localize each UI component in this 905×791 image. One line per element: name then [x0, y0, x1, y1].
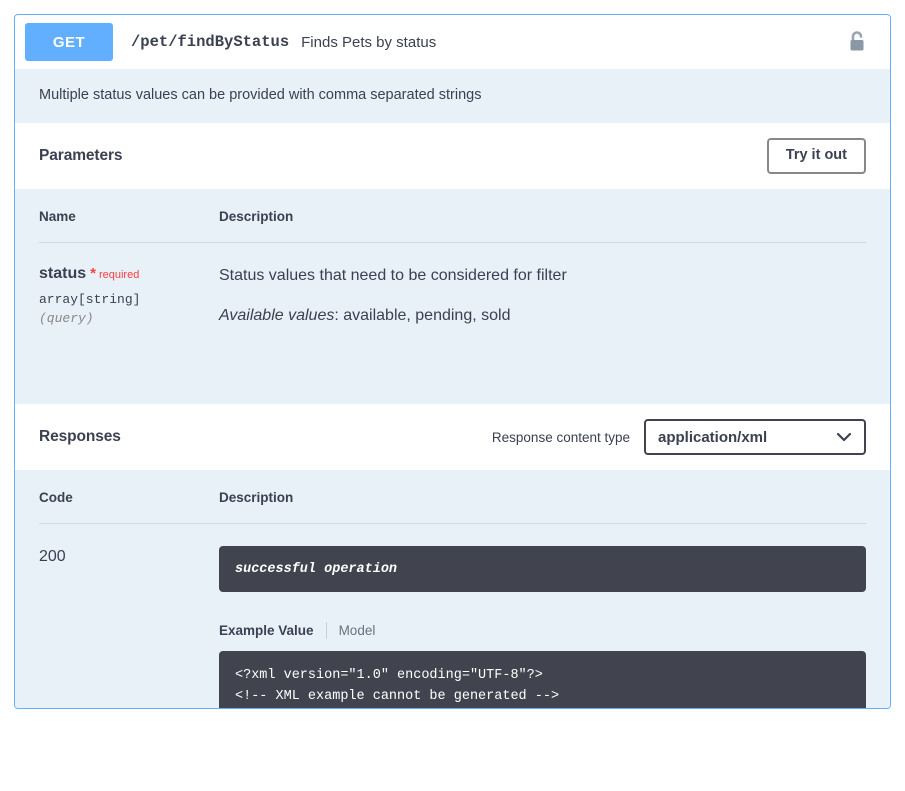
parameters-table: Name Description status * required array[s…	[39, 189, 866, 326]
unlocked-padlock-icon[interactable]	[842, 27, 872, 57]
parameters-title: Parameters	[39, 147, 123, 164]
table-row: status * required array[string] (query) St…	[39, 243, 866, 327]
parameters-table-header-row: Name Description	[39, 189, 866, 243]
responses-table-header-row: Code Description	[39, 470, 866, 524]
operation-summary-row[interactable]: GET /pet/findByStatus Finds Pets by stat…	[15, 15, 890, 69]
available-values-list: : available, pending, sold	[334, 306, 511, 324]
parameter-name-line: status * required	[39, 265, 219, 283]
example-model-tabs: Example Value Model	[219, 622, 866, 639]
parameter-type: array[string]	[39, 292, 141, 307]
parameters-bottom-spacer	[39, 326, 866, 404]
response-content-type-value: application/xml	[658, 428, 768, 446]
parameters-col-description: Description	[219, 189, 866, 243]
tab-example-value[interactable]: Example Value	[219, 623, 314, 638]
responses-table: Code Description 200 successful operatio…	[39, 470, 866, 708]
try-it-out-button[interactable]: Try it out	[766, 138, 866, 174]
responses-col-code: Code	[39, 470, 219, 524]
response-content-type-group: Response content type application/xml	[492, 419, 866, 455]
example-value-code-block: <?xml version="1.0" encoding="UTF-8"?> <…	[219, 651, 866, 708]
response-content-type-select[interactable]: application/xml	[644, 419, 866, 455]
operation-description: Multiple status values can be provided w…	[15, 69, 890, 123]
parameter-description: Status values that need to be considered…	[219, 267, 567, 284]
operation-body: Multiple status values can be provided w…	[15, 69, 890, 708]
operation-container: GET /pet/findByStatus Finds Pets by stat…	[14, 14, 891, 709]
response-description-cell: successful operation Example Value Model…	[219, 524, 866, 708]
response-description: successful operation	[219, 546, 866, 592]
parameter-location: (query)	[39, 311, 94, 326]
responses-title: Responses	[39, 428, 121, 445]
parameter-name-cell: status * required array[string] (query)	[39, 243, 219, 326]
operation-path: /pet/findByStatus	[131, 33, 290, 51]
parameters-table-region: Name Description status * required array[s…	[15, 189, 890, 404]
response-content-type-label: Response content type	[491, 429, 630, 445]
parameter-name: status	[39, 265, 87, 282]
responses-table-region: Code Description 200 successful operatio…	[15, 470, 890, 708]
operation-summary-text: Finds Pets by status	[301, 33, 437, 51]
chevron-down-icon	[836, 432, 852, 442]
tab-model[interactable]: Model	[339, 623, 376, 638]
required-label: required	[98, 269, 140, 281]
responses-col-description: Description	[219, 470, 866, 524]
available-values-label: Available values	[219, 306, 335, 324]
parameters-col-name: Name	[39, 189, 219, 243]
parameter-description-cell: Status values that need to be considered…	[219, 243, 866, 327]
table-row: 200 successful operation Example Value M…	[39, 524, 866, 708]
parameter-available-values: Available values: available, pending, so…	[219, 307, 866, 325]
required-asterisk: *	[90, 265, 96, 282]
parameters-header: Parameters Try it out	[15, 123, 890, 189]
response-code: 200	[39, 548, 66, 565]
tab-divider	[325, 622, 327, 639]
watermark: @51CTO博客	[793, 766, 889, 783]
http-method-badge: GET	[25, 23, 113, 61]
responses-header: Responses Response content type applicat…	[15, 404, 890, 470]
operation-block: GET /pet/findByStatus Finds Pets by stat…	[14, 14, 891, 709]
